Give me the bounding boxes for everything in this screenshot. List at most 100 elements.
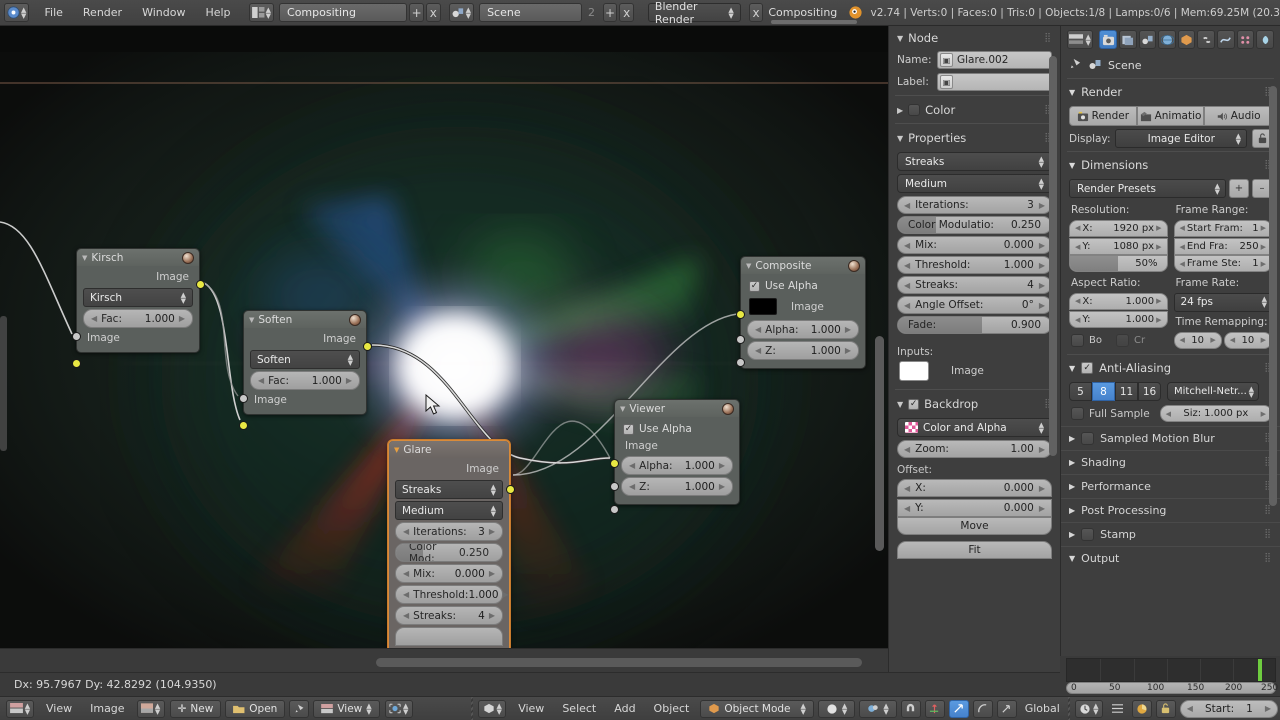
timeline-icon[interactable]: ▲ ▼	[1074, 699, 1103, 718]
panel-colormod-field[interactable]: Color Modulatio: 0.250	[897, 216, 1052, 234]
full-sample-row[interactable]: Full Sample	[1069, 404, 1152, 423]
resolution-percentage-field[interactable]: 50%	[1069, 255, 1168, 272]
node-name-input[interactable]: ▣ Glare.002	[937, 51, 1052, 69]
expand-triangle-icon[interactable]: ▼	[897, 400, 903, 409]
backdrop-fit-button[interactable]: Fit	[897, 541, 1052, 559]
collapse-triangle-icon[interactable]: ▶	[897, 106, 903, 115]
panel-post-processing[interactable]: ▶ Post Processing ⣿	[1061, 498, 1280, 522]
node-composite-alpha-field[interactable]: ◀ Alpha: 1.000 ▶	[747, 320, 859, 339]
pin-icon[interactable]	[1069, 57, 1082, 73]
node-composite-use-alpha-row[interactable]: ✓ Use Alpha	[747, 277, 859, 295]
properties-editor-scrollbar[interactable]	[1269, 86, 1277, 506]
render-panel-header[interactable]: ▼ Render ⣿	[1061, 80, 1280, 103]
open-image-button[interactable]: Open	[225, 699, 286, 718]
interaction-mode-select[interactable]: Object Mode ▲ ▼	[700, 699, 814, 718]
checkbox-icon[interactable]: ✓	[749, 280, 760, 292]
timeline-editor[interactable]: 0 50 100 150 200 250	[1060, 656, 1280, 696]
remove-scene-button[interactable]: x	[619, 3, 634, 22]
color-checkbox[interactable]	[908, 104, 921, 116]
expand-triangle-icon[interactable]: ▼	[897, 134, 903, 143]
node-soften-header[interactable]: ▼ Soften	[244, 311, 366, 328]
scene-icon[interactable]: ▲ ▼	[448, 3, 475, 22]
expand-triangle-icon[interactable]: ▼	[1069, 554, 1075, 563]
collapse-triangle-icon[interactable]: ▶	[1069, 506, 1075, 515]
panel-glare-type-select[interactable]: Streaks ▲ ▼	[897, 152, 1052, 171]
node-section-header[interactable]: ▼ Node ⣿	[889, 26, 1060, 49]
backdrop-offset-x-field[interactable]: ◀ X: 0.000 ▶	[897, 479, 1052, 497]
manipulator-scale-icon[interactable]	[996, 699, 1017, 718]
pin-icon[interactable]	[289, 699, 310, 718]
frame-rate-select[interactable]: 24 fps ▲ ▼	[1173, 292, 1272, 312]
panel-output[interactable]: ▼ Output ⣿	[1061, 546, 1280, 565]
resolution-y-field[interactable]: ◀ Y: 1080 px ▶	[1069, 238, 1168, 255]
tab-scene[interactable]	[1138, 30, 1157, 49]
time-remap-old-field[interactable]: ◀ 10 ▶	[1173, 331, 1222, 349]
lock-icon[interactable]	[1155, 699, 1176, 718]
aa-samples-8[interactable]: 8	[1092, 382, 1115, 401]
node-editor-hscrollbar[interactable]	[376, 658, 862, 667]
node-glare-streaks-field[interactable]: ◀ Streaks: 4 ▶	[395, 606, 503, 625]
render-presets-select[interactable]: Render Presets ▲ ▼	[1069, 179, 1226, 198]
menu-window[interactable]: Window	[132, 0, 195, 26]
panel-iterations-field[interactable]: ◀ Iterations: 3 ▶	[897, 196, 1052, 214]
tab-constraints[interactable]	[1197, 30, 1216, 49]
image-editor-menu-image[interactable]: Image	[81, 702, 133, 715]
motion-blur-checkbox[interactable]	[1081, 432, 1095, 445]
panel-shading[interactable]: ▶ Shading ⣿	[1061, 450, 1280, 474]
crop-checkbox[interactable]	[1115, 334, 1129, 347]
image-editor-icon[interactable]: ▲ ▼	[6, 699, 34, 718]
properties-editor[interactable]: ▲ ▼ Scene ▼ Render Render Animatio Audio…	[1060, 26, 1280, 672]
tab-render-layers[interactable]	[1118, 30, 1137, 49]
frame-start-field[interactable]: ◀ Start Fram: 1 ▶	[1173, 219, 1272, 237]
node-kirsch-filter-select[interactable]: Kirsch ▲ ▼	[83, 288, 193, 307]
render-engine-select[interactable]: Blender Render ▲ ▼	[647, 0, 741, 26]
new-image-button[interactable]: ✛ New	[169, 699, 222, 718]
node-glare-quality-select[interactable]: Medium ▲ ▼	[395, 501, 503, 520]
crop-checkbox-row[interactable]: Cr	[1114, 331, 1147, 350]
node-viewer-input-socket-image[interactable]	[610, 459, 619, 468]
node-soften[interactable]: ▼ Soften Image Soften ▲ ▼ ◀ Fac: 1.000 ▶ …	[239, 310, 372, 430]
anti-aliasing-checkbox[interactable]: ✓	[1081, 362, 1094, 374]
manipulator-arrow-icon[interactable]	[948, 699, 969, 718]
remove-screen-layout-button[interactable]: x	[426, 3, 441, 22]
hamburger-icon[interactable]	[1108, 700, 1128, 718]
node-glare-mix-field[interactable]: ◀ Mix: 0.000 ▶	[395, 564, 503, 583]
node-viewer-header[interactable]: ▼ Viewer	[615, 400, 739, 417]
node-glare-type-select[interactable]: Streaks ▲ ▼	[395, 480, 503, 499]
node-kirsch-output-socket[interactable]	[196, 280, 205, 289]
tab-physics[interactable]	[1256, 30, 1274, 49]
dimensions-panel-header[interactable]: ▼ Dimensions ⣿	[1061, 153, 1280, 176]
node-composite-input-socket-z[interactable]	[736, 358, 745, 367]
panel-streaks-field[interactable]: ◀ Streaks: 4 ▶	[897, 276, 1052, 294]
frame-end-field[interactable]: ◀ End Fra: 250 ▶	[1173, 238, 1272, 255]
color-section-header[interactable]: ▶ Color ⣿	[889, 98, 1060, 121]
tab-particles[interactable]	[1236, 30, 1255, 49]
blender-logo-icon[interactable]: ▲ ▼	[4, 3, 30, 22]
aa-samples-11[interactable]: 11	[1115, 382, 1138, 401]
add-screen-layout-button[interactable]: +	[409, 3, 424, 22]
node-viewer-input-socket-z[interactable]	[610, 505, 619, 514]
scene-layer-icon[interactable]: ▲ ▼	[859, 699, 897, 718]
collapse-triangle-icon[interactable]: ▼	[82, 254, 87, 262]
panel-sampled-motion-blur[interactable]: ▶ Sampled Motion Blur ⣿	[1061, 426, 1280, 450]
node-soften-filter-select[interactable]: Soften ▲ ▼	[250, 350, 360, 369]
aspect-y-field[interactable]: ◀ Y: 1.000 ▶	[1069, 311, 1168, 328]
node-glare-threshold-field[interactable]: ◀ Threshold: 1.000 ▶	[395, 585, 509, 604]
panel-performance[interactable]: ▶ Performance ⣿	[1061, 474, 1280, 498]
node-composite-image-swatch[interactable]	[749, 298, 777, 315]
input-image-swatch[interactable]	[899, 361, 929, 381]
border-checkbox-row[interactable]: Bo	[1069, 331, 1104, 350]
add-preset-button[interactable]: +	[1229, 179, 1249, 198]
menu-render[interactable]: Render	[73, 0, 132, 26]
stamp-checkbox[interactable]	[1081, 528, 1095, 541]
panel-fade-field[interactable]: Fade: 0.900	[897, 316, 1052, 334]
image-view-select[interactable]: View ▲ ▼	[313, 699, 380, 718]
node-kirsch-header[interactable]: ▼ Kirsch	[77, 249, 199, 266]
node-soften-input-socket-image[interactable]	[239, 421, 248, 430]
menu-file[interactable]: File	[34, 0, 72, 26]
node-glare-iterations-field[interactable]: ◀ Iterations: 3 ▶	[395, 522, 503, 541]
aa-filter-select[interactable]: Mitchell-Netr... ▲ ▼	[1167, 382, 1259, 401]
node-soften-fac-field[interactable]: ◀ Fac: 1.000 ▶	[250, 371, 360, 390]
node-glare[interactable]: ▼ Glare Image Streaks ▲ ▼ Medium ▲ ▼ ◀ Ite…	[388, 440, 515, 655]
checkbox-icon[interactable]: ✓	[623, 423, 634, 435]
